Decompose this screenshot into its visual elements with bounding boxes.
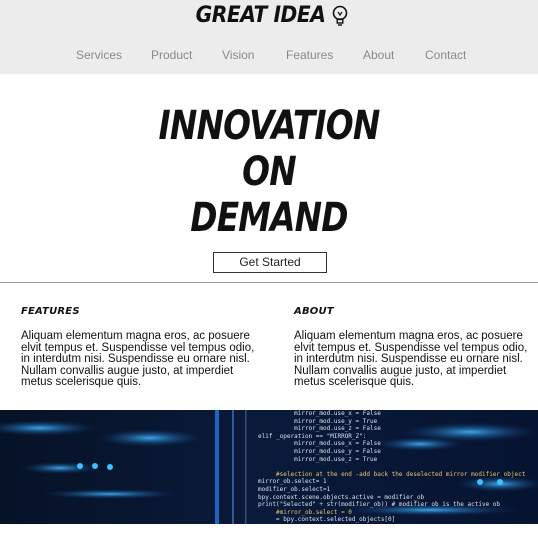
code-snippet: mirror_mod.use_x = False mirror_mod.use_… bbox=[258, 410, 525, 524]
site-header: GREAT IDEA Services Product Vision Featu… bbox=[0, 0, 538, 74]
nav-item-services[interactable]: Services bbox=[76, 48, 122, 62]
code-line: modifier_ob.select=1 bbox=[258, 485, 331, 493]
features-heading: FEATURES bbox=[21, 306, 80, 317]
code-line: #mirror_ob.select = 0 bbox=[258, 508, 352, 516]
code-line: #selection at the end -add back the dese… bbox=[258, 470, 526, 478]
nav-item-about[interactable]: About bbox=[363, 48, 394, 62]
nav-item-vision[interactable]: Vision bbox=[222, 48, 254, 62]
lightbulb-icon bbox=[332, 5, 348, 26]
code-line: mirror_mod.use_y = False bbox=[258, 447, 381, 455]
features-body: Aliquam elementum magna eros, ac posuere… bbox=[21, 330, 255, 388]
code-line: mirror_mod.use_z = True bbox=[258, 455, 378, 463]
code-line: mirror_mod.use_x = False bbox=[258, 410, 381, 417]
about-section: ABOUT Aliquam elementum magna eros, ac p… bbox=[294, 306, 529, 389]
logo[interactable]: GREAT IDEA bbox=[0, 3, 538, 28]
code-line: elif _operation == "MIRROR_Z": bbox=[258, 432, 367, 440]
about-body: Aliquam elementum magna eros, ac posuere… bbox=[294, 330, 528, 388]
hero-title-line-3: DEMAND bbox=[190, 195, 348, 241]
hero-title-line-2: ON bbox=[242, 149, 297, 195]
about-heading: ABOUT bbox=[294, 306, 334, 317]
nav-item-features[interactable]: Features bbox=[286, 48, 333, 62]
code-line: print("Selected" + str(modifier_ob)) # m… bbox=[258, 501, 501, 509]
code-line: mirror_ob.select= 1 bbox=[258, 478, 327, 486]
code-line: mirror_mod.use_y = True bbox=[258, 417, 378, 425]
code-line: = bpy.context.selected_objects[0] bbox=[258, 516, 396, 524]
get-started-button[interactable]: Get Started bbox=[213, 252, 327, 273]
code-banner-image: mirror_mod.use_x = False mirror_mod.use_… bbox=[0, 410, 538, 524]
logo-text: GREAT IDEA bbox=[195, 3, 326, 28]
hero-title-line-1: INNOVATION bbox=[158, 103, 381, 149]
nav-item-product[interactable]: Product bbox=[151, 48, 192, 62]
nav-item-contact[interactable]: Contact bbox=[425, 48, 466, 62]
features-section: FEATURES Aliquam elementum magna eros, a… bbox=[21, 306, 256, 389]
code-line: mirror_mod.use_x = False bbox=[258, 440, 381, 448]
code-line: mirror_mod.use_z = False bbox=[258, 425, 381, 433]
code-line: bpy.context.scene.objects.active = modif… bbox=[258, 493, 425, 501]
